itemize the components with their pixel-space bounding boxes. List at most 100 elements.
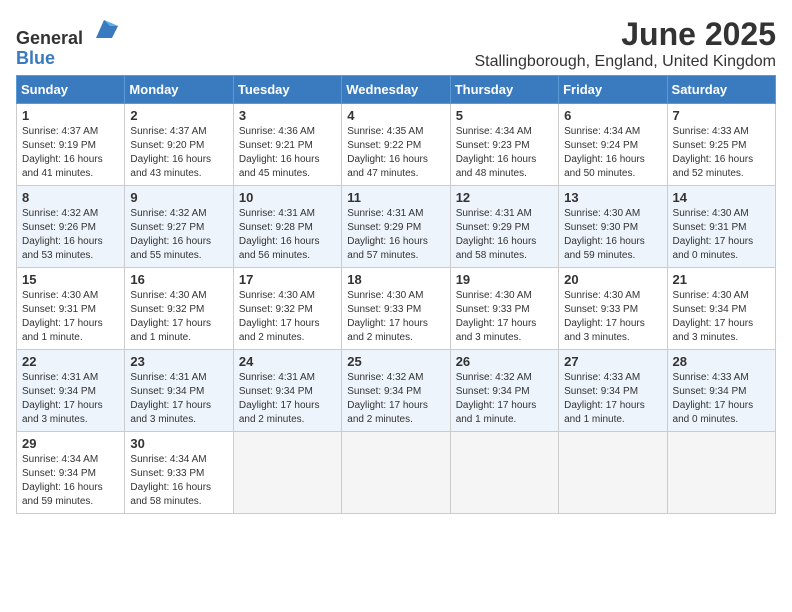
location-title: Stallingborough, England, United Kingdom (474, 53, 776, 71)
calendar-day-cell: 11 Sunrise: 4:31 AM Sunset: 9:29 PM Dayli… (342, 186, 450, 268)
calendar-day-cell (342, 432, 450, 514)
day-info: Sunrise: 4:35 AM Sunset: 9:22 PM Dayligh… (347, 125, 444, 181)
calendar-day-cell: 20Sunrise: 4:30 AM Sunset: 9:33 PM Dayli… (559, 268, 667, 350)
day-number: 10 (239, 190, 336, 205)
calendar-day-cell (233, 432, 341, 514)
page-header: General Blue June 2025 Stallingborough, … (16, 16, 776, 71)
day-number: 19 (456, 272, 553, 287)
calendar-day-cell: 17Sunrise: 4:30 AM Sunset: 9:32 PM Dayli… (233, 268, 341, 350)
calendar-day-cell: 21 Sunrise: 4:30 AM Sunset: 9:34 PM Dayli… (667, 268, 775, 350)
day-number: 5 (456, 108, 553, 123)
day-of-week-header: Friday (559, 76, 667, 104)
calendar-day-cell: 5 Sunrise: 4:34 AM Sunset: 9:23 PM Daylig… (450, 104, 558, 186)
day-info: Sunrise: 4:32 AM Sunset: 9:27 PM Dayligh… (130, 207, 227, 263)
day-info: Sunrise: 4:30 AM Sunset: 9:30 PM Dayligh… (564, 207, 661, 263)
calendar-day-cell: 29Sunrise: 4:34 AM Sunset: 9:34 PM Dayli… (17, 432, 125, 514)
day-info: Sunrise: 4:32 AM Sunset: 9:34 PM Dayligh… (456, 371, 553, 427)
day-info: Sunrise: 4:33 AM Sunset: 9:25 PM Dayligh… (673, 125, 770, 181)
calendar-day-cell (559, 432, 667, 514)
calendar-day-cell: 9 Sunrise: 4:32 AM Sunset: 9:27 PM Daylig… (125, 186, 233, 268)
day-info: Sunrise: 4:30 AM Sunset: 9:33 PM Dayligh… (456, 289, 553, 345)
calendar-day-cell: 26 Sunrise: 4:32 AM Sunset: 9:34 PM Dayli… (450, 350, 558, 432)
day-of-week-header: Monday (125, 76, 233, 104)
day-number: 29 (22, 436, 119, 451)
day-of-week-header: Wednesday (342, 76, 450, 104)
day-info: Sunrise: 4:31 AM Sunset: 9:34 PM Dayligh… (130, 371, 227, 427)
day-number: 11 (347, 190, 444, 205)
day-number: 20 (564, 272, 661, 287)
logo-text-general: General (16, 28, 83, 48)
day-info: Sunrise: 4:30 AM Sunset: 9:33 PM Dayligh… (347, 289, 444, 345)
day-info: Sunrise: 4:30 AM Sunset: 9:34 PM Dayligh… (673, 289, 770, 345)
title-area: June 2025 Stallingborough, England, Unit… (474, 16, 776, 71)
calendar-week-row: 22 Sunrise: 4:31 AM Sunset: 9:34 PM Dayli… (17, 350, 776, 432)
day-info: Sunrise: 4:33 AM Sunset: 9:34 PM Dayligh… (564, 371, 661, 427)
calendar: SundayMondayTuesdayWednesdayThursdayFrid… (16, 75, 776, 514)
day-info: Sunrise: 4:34 AM Sunset: 9:23 PM Dayligh… (456, 125, 553, 181)
day-info: Sunrise: 4:32 AM Sunset: 9:26 PM Dayligh… (22, 207, 119, 263)
day-info: Sunrise: 4:37 AM Sunset: 9:19 PM Dayligh… (22, 125, 119, 181)
logo: General Blue (16, 16, 118, 69)
calendar-week-row: 29Sunrise: 4:34 AM Sunset: 9:34 PM Dayli… (17, 432, 776, 514)
day-number: 9 (130, 190, 227, 205)
day-info: Sunrise: 4:34 AM Sunset: 9:24 PM Dayligh… (564, 125, 661, 181)
calendar-day-cell: 16 Sunrise: 4:30 AM Sunset: 9:32 PM Dayli… (125, 268, 233, 350)
day-number: 22 (22, 354, 119, 369)
calendar-day-cell: 8 Sunrise: 4:32 AM Sunset: 9:26 PM Daylig… (17, 186, 125, 268)
day-of-week-header: Tuesday (233, 76, 341, 104)
calendar-week-row: 1 Sunrise: 4:37 AM Sunset: 9:19 PM Daylig… (17, 104, 776, 186)
day-info: Sunrise: 4:31 AM Sunset: 9:29 PM Dayligh… (347, 207, 444, 263)
calendar-day-cell: 4 Sunrise: 4:35 AM Sunset: 9:22 PM Daylig… (342, 104, 450, 186)
day-number: 18 (347, 272, 444, 287)
day-info: Sunrise: 4:31 AM Sunset: 9:34 PM Dayligh… (239, 371, 336, 427)
calendar-day-cell: 28 Sunrise: 4:33 AM Sunset: 9:34 PM Dayli… (667, 350, 775, 432)
calendar-day-cell: 1 Sunrise: 4:37 AM Sunset: 9:19 PM Daylig… (17, 104, 125, 186)
calendar-day-cell (450, 432, 558, 514)
calendar-day-cell: 25 Sunrise: 4:32 AM Sunset: 9:34 PM Dayli… (342, 350, 450, 432)
day-info: Sunrise: 4:37 AM Sunset: 9:20 PM Dayligh… (130, 125, 227, 181)
logo-text-blue: Blue (16, 48, 55, 68)
day-number: 1 (22, 108, 119, 123)
day-info: Sunrise: 4:32 AM Sunset: 9:34 PM Dayligh… (347, 371, 444, 427)
calendar-day-cell: 15Sunrise: 4:30 AM Sunset: 9:31 PM Dayli… (17, 268, 125, 350)
day-info: Sunrise: 4:31 AM Sunset: 9:28 PM Dayligh… (239, 207, 336, 263)
day-info: Sunrise: 4:30 AM Sunset: 9:31 PM Dayligh… (673, 207, 770, 263)
calendar-day-cell: 23 Sunrise: 4:31 AM Sunset: 9:34 PM Dayli… (125, 350, 233, 432)
day-number: 21 (673, 272, 770, 287)
calendar-week-row: 8 Sunrise: 4:32 AM Sunset: 9:26 PM Daylig… (17, 186, 776, 268)
day-number: 23 (130, 354, 227, 369)
calendar-day-cell: 3Sunrise: 4:36 AM Sunset: 9:21 PM Daylig… (233, 104, 341, 186)
day-number: 8 (22, 190, 119, 205)
calendar-day-cell: 30 Sunrise: 4:34 AM Sunset: 9:33 PM Dayli… (125, 432, 233, 514)
day-number: 24 (239, 354, 336, 369)
calendar-day-cell: 2 Sunrise: 4:37 AM Sunset: 9:20 PM Daylig… (125, 104, 233, 186)
day-number: 13 (564, 190, 661, 205)
calendar-day-cell: 19 Sunrise: 4:30 AM Sunset: 9:33 PM Dayli… (450, 268, 558, 350)
day-of-week-header: Saturday (667, 76, 775, 104)
day-info: Sunrise: 4:30 AM Sunset: 9:31 PM Dayligh… (22, 289, 119, 345)
day-info: Sunrise: 4:34 AM Sunset: 9:33 PM Dayligh… (130, 453, 227, 509)
calendar-day-cell: 12Sunrise: 4:31 AM Sunset: 9:29 PM Dayli… (450, 186, 558, 268)
calendar-day-cell: 6 Sunrise: 4:34 AM Sunset: 9:24 PM Daylig… (559, 104, 667, 186)
calendar-day-cell: 24 Sunrise: 4:31 AM Sunset: 9:34 PM Dayli… (233, 350, 341, 432)
day-number: 6 (564, 108, 661, 123)
day-number: 26 (456, 354, 553, 369)
day-info: Sunrise: 4:30 AM Sunset: 9:32 PM Dayligh… (239, 289, 336, 345)
calendar-day-cell: 7Sunrise: 4:33 AM Sunset: 9:25 PM Daylig… (667, 104, 775, 186)
day-number: 2 (130, 108, 227, 123)
calendar-day-cell: 14Sunrise: 4:30 AM Sunset: 9:31 PM Dayli… (667, 186, 775, 268)
day-number: 28 (673, 354, 770, 369)
calendar-day-cell: 10 Sunrise: 4:31 AM Sunset: 9:28 PM Dayli… (233, 186, 341, 268)
day-number: 4 (347, 108, 444, 123)
day-number: 30 (130, 436, 227, 451)
day-info: Sunrise: 4:30 AM Sunset: 9:32 PM Dayligh… (130, 289, 227, 345)
calendar-day-cell (667, 432, 775, 514)
day-number: 25 (347, 354, 444, 369)
calendar-day-cell: 18 Sunrise: 4:30 AM Sunset: 9:33 PM Dayli… (342, 268, 450, 350)
day-number: 27 (564, 354, 661, 369)
day-info: Sunrise: 4:33 AM Sunset: 9:34 PM Dayligh… (673, 371, 770, 427)
calendar-day-cell: 13 Sunrise: 4:30 AM Sunset: 9:30 PM Dayli… (559, 186, 667, 268)
day-number: 16 (130, 272, 227, 287)
day-info: Sunrise: 4:36 AM Sunset: 9:21 PM Dayligh… (239, 125, 336, 181)
day-info: Sunrise: 4:31 AM Sunset: 9:34 PM Dayligh… (22, 371, 119, 427)
